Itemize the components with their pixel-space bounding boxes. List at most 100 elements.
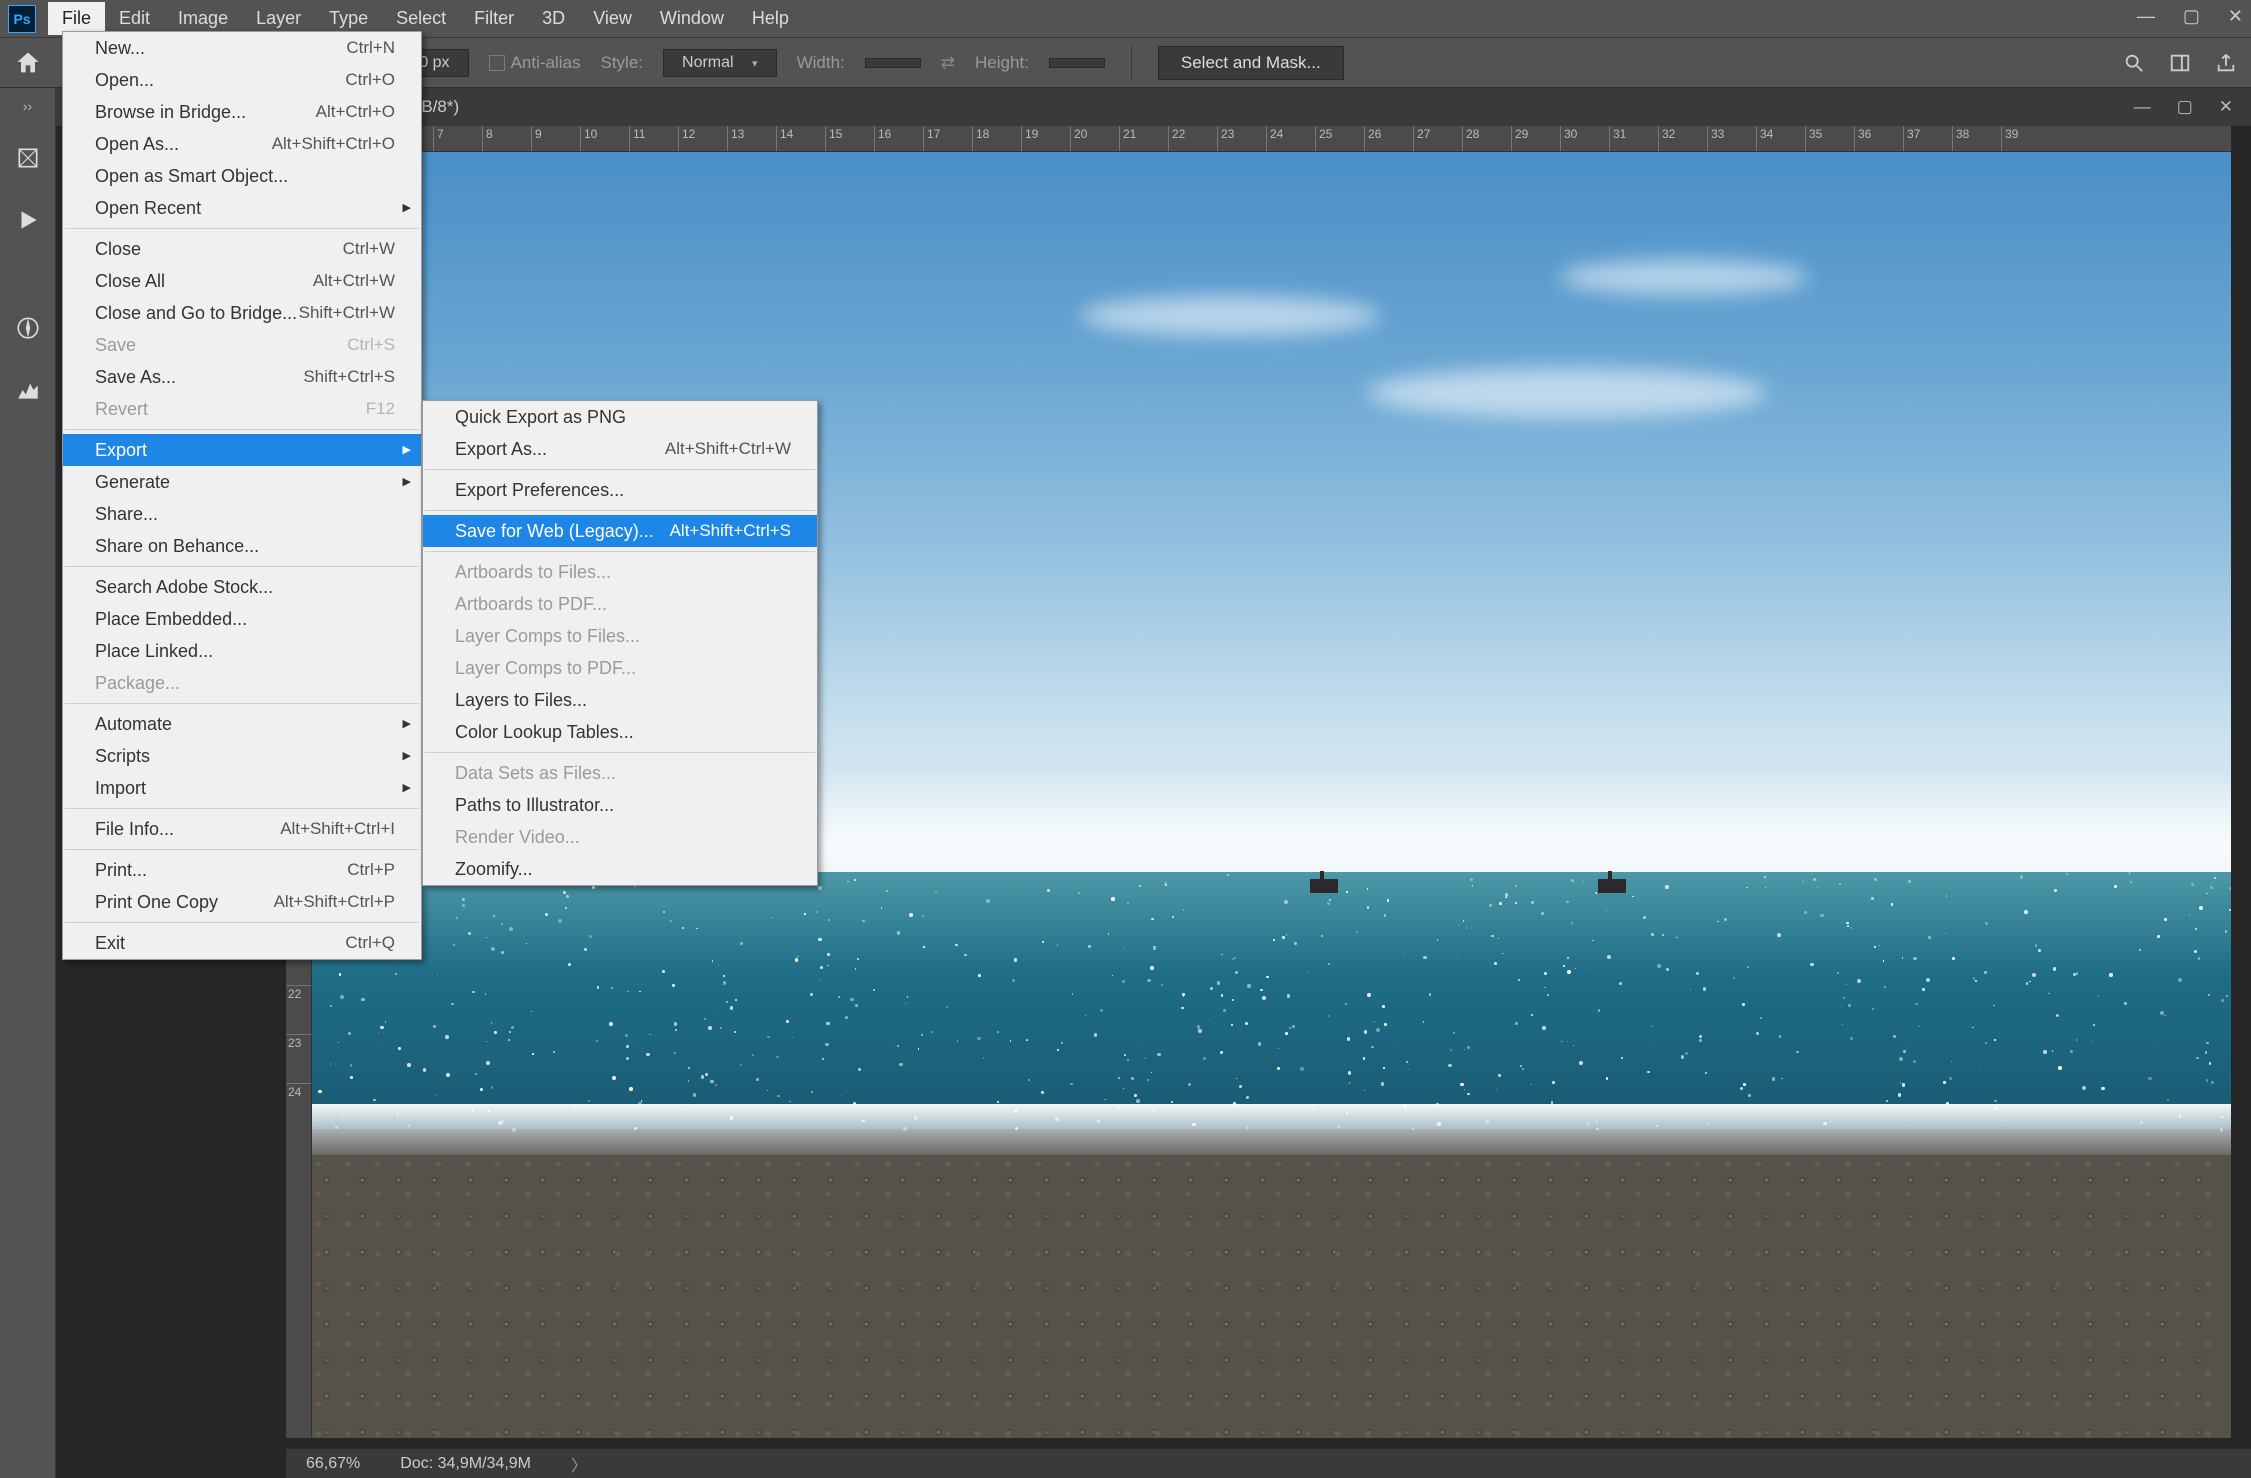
menu-filter[interactable]: Filter	[460, 2, 528, 35]
select-and-mask-button[interactable]: Select and Mask...	[1158, 46, 1344, 80]
chevron-down-icon: ▾	[752, 58, 758, 70]
file-menu-item-export[interactable]: Export▶	[63, 434, 421, 466]
file-menu-item-file-info[interactable]: File Info...Alt+Shift+Ctrl+I	[63, 813, 421, 845]
submenu-arrow-icon: ▶	[403, 438, 411, 462]
file-menu-item-share[interactable]: Share...	[63, 498, 421, 530]
menu-item-shortcut: Ctrl+P	[347, 858, 395, 882]
file-menu-item-generate[interactable]: Generate▶	[63, 466, 421, 498]
export-menu-item-save-for-web-legacy[interactable]: Save for Web (Legacy)...Alt+Shift+Ctrl+S	[423, 515, 817, 547]
ruler-tick: 12	[678, 126, 727, 151]
ruler-tick: 14	[776, 126, 825, 151]
search-icon[interactable]	[2123, 52, 2145, 74]
style-select[interactable]: Normal ▾	[663, 49, 777, 77]
export-menu-item-export-preferences[interactable]: Export Preferences...	[423, 474, 817, 506]
frame-tool-icon[interactable]	[10, 140, 46, 176]
file-menu-item-browse-in-bridge[interactable]: Browse in Bridge...Alt+Ctrl+O	[63, 96, 421, 128]
menu-3d[interactable]: 3D	[528, 2, 579, 35]
submenu-arrow-icon: ▶	[403, 712, 411, 736]
file-menu-item-place-linked[interactable]: Place Linked...	[63, 635, 421, 667]
app-logo-icon: Ps	[8, 5, 36, 33]
swap-dimensions-icon[interactable]: ⇄	[941, 53, 955, 73]
file-menu-item-close[interactable]: CloseCtrl+W	[63, 233, 421, 265]
ruler-tick: 23	[286, 1034, 311, 1083]
file-menu-item-place-embedded[interactable]: Place Embedded...	[63, 603, 421, 635]
ruler-tick: 10	[580, 126, 629, 151]
ruler-tick: 11	[629, 126, 678, 151]
ruler-tick: 16	[874, 126, 923, 151]
ruler-tick: 27	[1413, 126, 1462, 151]
file-menu-item-search-adobe-stock[interactable]: Search Adobe Stock...	[63, 571, 421, 603]
minimize-button[interactable]: —	[2137, 6, 2155, 27]
file-menu-item-close-and-go-to-bridge[interactable]: Close and Go to Bridge...Shift+Ctrl+W	[63, 297, 421, 329]
file-menu-item-print[interactable]: Print... Ctrl+P	[63, 854, 421, 886]
export-menu-item-zoomify[interactable]: Zoomify...	[423, 853, 817, 885]
compass-tool-icon[interactable]	[10, 310, 46, 346]
menu-separator	[65, 703, 419, 704]
file-menu-item-automate[interactable]: Automate▶	[63, 708, 421, 740]
menu-item-shortcut: Ctrl+N	[346, 36, 395, 60]
doc-maximize-icon[interactable]: ▢	[2177, 97, 2193, 117]
width-input[interactable]	[865, 58, 921, 68]
menu-item-label: Browse in Bridge...	[95, 100, 246, 124]
menu-item-label: Render Video...	[455, 825, 580, 849]
ruler-tick: 37	[1903, 126, 1952, 151]
share-icon[interactable]	[2215, 52, 2237, 74]
file-menu-item-exit[interactable]: ExitCtrl+Q	[63, 927, 421, 959]
file-menu-item-new[interactable]: New... Ctrl+N	[63, 32, 421, 64]
file-menu-item-save-as[interactable]: Save As...Shift+Ctrl+S	[63, 361, 421, 393]
doc-close-icon[interactable]: ✕	[2219, 97, 2233, 117]
menu-view[interactable]: View	[579, 2, 646, 35]
file-menu-item-open-recent[interactable]: Open Recent▶	[63, 192, 421, 224]
file-menu-item-close-all[interactable]: Close AllAlt+Ctrl+W	[63, 265, 421, 297]
export-menu-item-artboards-to-files: Artboards to Files...	[423, 556, 817, 588]
menu-item-label: Save As...	[95, 365, 176, 389]
file-menu-item-share-on-behance[interactable]: Share on Behance...	[63, 530, 421, 562]
height-input[interactable]	[1049, 58, 1105, 68]
file-menu-item-open[interactable]: Open...Ctrl+O	[63, 64, 421, 96]
menu-window[interactable]: Window	[646, 2, 738, 35]
height-label: Height:	[975, 53, 1029, 73]
beach-region	[312, 1155, 2231, 1438]
file-menu-item-scripts[interactable]: Scripts▶	[63, 740, 421, 772]
collapse-toolbar-icon[interactable]: ››	[23, 98, 32, 114]
menu-item-shortcut: Ctrl+O	[345, 68, 395, 92]
style-value: Normal	[682, 54, 734, 71]
doc-size-info[interactable]: Doc: 34,9M/34,9M	[400, 1455, 531, 1473]
horizontal-ruler[interactable]: 4567891011121314151617181920212223242526…	[286, 126, 2231, 152]
export-menu-item-color-lookup-tables[interactable]: Color Lookup Tables...	[423, 716, 817, 748]
ruler-tick: 30	[1560, 126, 1609, 151]
export-menu-item-export-as[interactable]: Export As...Alt+Shift+Ctrl+W	[423, 433, 817, 465]
home-icon[interactable]	[14, 49, 42, 77]
export-menu-item-paths-to-illustrator[interactable]: Paths to Illustrator...	[423, 789, 817, 821]
maximize-button[interactable]: ▢	[2183, 6, 2200, 27]
workspace-switcher-icon[interactable]	[2169, 52, 2191, 74]
anti-alias-label: Anti-alias	[511, 53, 581, 72]
file-menu-item-print-one-copy[interactable]: Print One CopyAlt+Shift+Ctrl+P	[63, 886, 421, 918]
menu-item-shortcut: Ctrl+Q	[345, 931, 395, 955]
export-menu-item-data-sets-as-files: Data Sets as Files...	[423, 757, 817, 789]
menu-item-label: Close All	[95, 269, 165, 293]
left-toolbar: ››	[0, 88, 56, 1478]
histogram-tool-icon[interactable]	[10, 372, 46, 408]
play-icon[interactable]	[10, 202, 46, 238]
file-menu-item-open-as-smart-object[interactable]: Open as Smart Object...	[63, 160, 421, 192]
file-menu-item-import[interactable]: Import▶	[63, 772, 421, 804]
menu-help[interactable]: Help	[738, 2, 803, 35]
file-menu-item-open-as[interactable]: Open As...Alt+Shift+Ctrl+O	[63, 128, 421, 160]
menu-item-shortcut: Alt+Shift+Ctrl+O	[272, 132, 395, 156]
status-arrow-icon[interactable]: 〉	[571, 1452, 587, 1476]
menu-item-label: Print...	[95, 858, 147, 882]
close-button[interactable]: ✕	[2228, 6, 2243, 27]
export-menu-item-quick-export-as-png[interactable]: Quick Export as PNG	[423, 401, 817, 433]
menu-item-label: Export As...	[455, 437, 547, 461]
export-menu-item-layers-to-files[interactable]: Layers to Files...	[423, 684, 817, 716]
export-menu-item-layer-comps-to-pdf: Layer Comps to PDF...	[423, 652, 817, 684]
zoom-level[interactable]: 66,67%	[306, 1455, 360, 1473]
menu-item-label: New...	[95, 36, 145, 60]
file-menu-item-save: SaveCtrl+S	[63, 329, 421, 361]
menu-item-label: Revert	[95, 397, 148, 421]
ruler-tick: 34	[1756, 126, 1805, 151]
doc-minimize-icon[interactable]: —	[2134, 97, 2151, 117]
anti-alias-checkbox[interactable]: Anti-alias	[489, 53, 581, 73]
menu-separator	[65, 566, 419, 567]
